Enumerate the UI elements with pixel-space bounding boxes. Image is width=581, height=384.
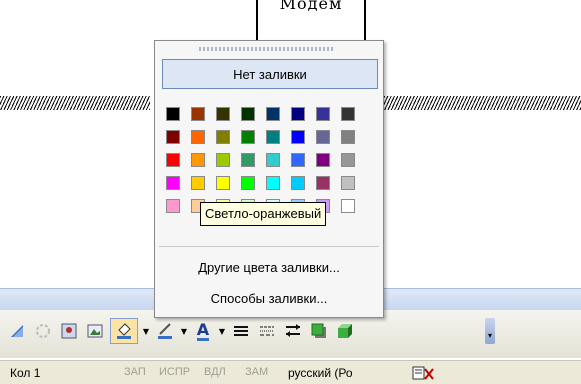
color-swatch[interactable]	[316, 107, 330, 121]
textbox-text: Модем	[279, 0, 343, 13]
wordart-icon[interactable]	[32, 320, 54, 342]
color-swatch[interactable]	[166, 153, 180, 167]
color-swatch[interactable]	[341, 176, 355, 190]
color-swatch[interactable]	[291, 130, 305, 144]
fill-color-dropdown-arrow[interactable]: ▼	[142, 327, 150, 336]
color-swatch[interactable]	[291, 176, 305, 190]
shadow-arrow-icon[interactable]	[6, 320, 28, 342]
more-fill-colors-item[interactable]: Другие цвета заливки...	[155, 257, 383, 279]
font-color-icon[interactable]: A	[192, 320, 214, 342]
color-swatch[interactable]	[266, 130, 280, 144]
status-language[interactable]: русский (Ро	[288, 366, 353, 380]
color-swatch[interactable]	[316, 130, 330, 144]
fill-effects-item[interactable]: Способы заливки...	[155, 288, 383, 310]
hatched-line-right	[384, 96, 581, 110]
color-swatch[interactable]	[291, 107, 305, 121]
color-swatch[interactable]	[241, 153, 255, 167]
line-style-icon[interactable]	[230, 320, 252, 342]
color-swatch[interactable]	[191, 107, 205, 121]
color-swatch[interactable]	[341, 199, 355, 213]
hatched-line-left	[0, 96, 150, 110]
color-swatch[interactable]	[241, 107, 255, 121]
color-swatch[interactable]	[316, 176, 330, 190]
color-swatch[interactable]	[216, 153, 230, 167]
status-bar: Кол 1 ЗАП ИСПР ВДЛ ЗАМ русский (Ро	[0, 360, 581, 384]
fill-color-button[interactable]	[110, 318, 138, 344]
status-ext[interactable]: ВДЛ	[204, 366, 226, 378]
fill-color-icon	[117, 323, 131, 339]
status-ovr[interactable]: ЗАМ	[245, 366, 268, 378]
color-swatch[interactable]	[191, 176, 205, 190]
shadow-style-icon[interactable]	[308, 320, 330, 342]
status-column: Кол 1	[10, 366, 41, 380]
color-swatch[interactable]	[191, 130, 205, 144]
picture-icon[interactable]	[84, 320, 106, 342]
no-fill-label: Нет заливки	[233, 66, 307, 82]
color-swatch[interactable]	[266, 176, 280, 190]
color-swatch[interactable]	[266, 107, 280, 121]
line-color-dropdown-arrow[interactable]: ▼	[180, 327, 188, 336]
color-swatch[interactable]	[341, 130, 355, 144]
color-swatch[interactable]	[341, 107, 355, 121]
3d-style-icon[interactable]	[334, 320, 356, 342]
color-tooltip: Светло-оранжевый	[200, 202, 327, 226]
color-swatch[interactable]	[166, 107, 180, 121]
color-swatch[interactable]	[216, 130, 230, 144]
palette-drag-handle[interactable]	[199, 47, 335, 51]
color-swatch[interactable]	[341, 153, 355, 167]
color-swatch[interactable]	[166, 176, 180, 190]
color-swatch[interactable]	[316, 153, 330, 167]
line-color-icon[interactable]	[154, 320, 176, 342]
spelling-status-icon[interactable]	[412, 366, 434, 383]
fill-color-palette: Нет заливки Другие цвета заливки... Спос…	[154, 40, 384, 318]
color-swatch[interactable]	[191, 153, 205, 167]
color-swatch[interactable]	[166, 199, 180, 213]
dash-style-icon[interactable]	[256, 320, 278, 342]
color-swatch[interactable]	[216, 107, 230, 121]
status-trk[interactable]: ИСПР	[159, 366, 190, 378]
clip-art-icon[interactable]	[58, 320, 80, 342]
color-swatch[interactable]	[266, 153, 280, 167]
status-rec[interactable]: ЗАП	[124, 366, 146, 378]
color-swatch[interactable]	[216, 176, 230, 190]
font-color-dropdown-arrow[interactable]: ▼	[218, 327, 226, 336]
arrow-style-icon[interactable]	[282, 320, 304, 342]
color-swatch[interactable]	[241, 176, 255, 190]
toolbar-options-grip[interactable]: ▾	[485, 318, 495, 344]
color-swatch[interactable]	[291, 153, 305, 167]
palette-separator	[159, 246, 379, 247]
no-fill-button[interactable]: Нет заливки	[162, 59, 378, 89]
color-swatch[interactable]	[166, 130, 180, 144]
color-swatch[interactable]	[241, 130, 255, 144]
